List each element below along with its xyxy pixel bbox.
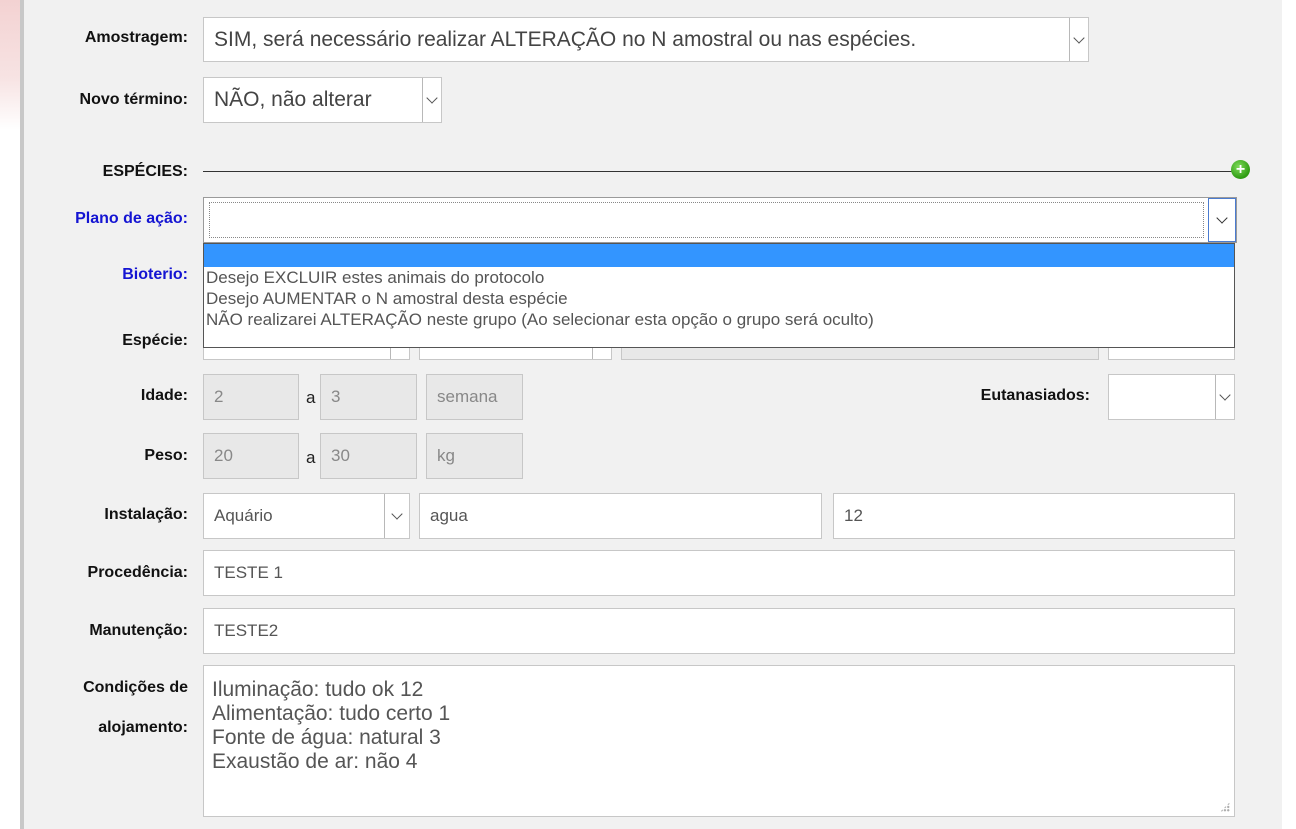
idade-separator: a [306,388,316,407]
procedencia-field[interactable]: TESTE 1 [203,550,1235,596]
condicoes-textarea[interactable]: Iluminação: tudo ok 12 Alimentação: tudo… [203,665,1235,817]
focus-ring [209,202,1204,238]
condicoes-label-line1: Condições de [83,679,188,696]
chevron-down-icon[interactable] [422,78,441,122]
chevron-down-icon[interactable] [1069,18,1088,61]
novo-termino-value: NÃO, não alterar [214,88,372,111]
chevron-down-icon[interactable] [1215,375,1234,419]
chevron-down-icon[interactable] [384,494,409,538]
procedencia-label: Procedência: [87,564,188,581]
background-accent-left [0,0,20,130]
idade-from-field[interactable]: 2 [203,374,299,420]
idade-label: Idade: [140,387,188,404]
plano-de-acao-label: Plano de ação: [75,210,188,227]
bioterio-label: Bioterio: [122,266,188,283]
amostragem-label: Amostragem: [84,29,188,46]
condicoes-line: Alimentação: tudo certo 1 [212,702,451,725]
amostragem-select[interactable]: SIM, será necessário realizar ALTERAÇÃO … [203,17,1089,62]
eutanasiados-select[interactable] [1108,374,1235,420]
instalacao-type-select[interactable]: Aquário [203,493,410,539]
especie-label: Espécie: [122,332,188,349]
dropdown-option-empty[interactable] [204,244,1234,267]
section-divider [203,171,1234,172]
novo-termino-select[interactable]: NÃO, não alterar [203,77,442,123]
peso-to-field[interactable]: 30 [320,433,417,479]
manutencao-label: Manutenção: [89,622,188,639]
dropdown-option-nao-alterar[interactable]: NÃO realizarei ALTERAÇÃO neste grupo (Ao… [204,309,1234,330]
instalacao-qty-field[interactable]: 12 [833,493,1235,539]
condicoes-line: Exaustão de ar: não 4 [212,750,418,773]
instalacao-type-value: Aquário [214,506,273,525]
plus-circle-icon[interactable]: + [1231,160,1250,179]
peso-from-field[interactable]: 20 [203,433,299,479]
novo-termino-label: Novo término: [79,91,188,108]
idade-to-field[interactable]: 3 [320,374,417,420]
dropdown-option-excluir[interactable]: Desejo EXCLUIR estes animais do protocol… [204,267,1234,288]
amostragem-value: SIM, será necessário realizar ALTERAÇÃO … [214,27,917,51]
peso-separator: a [306,448,316,467]
dropdown-option-aumentar[interactable]: Desejo AUMENTAR o N amostral desta espéc… [204,288,1234,309]
eutanasiados-label: Eutanasiados: [980,387,1090,404]
plano-de-acao-dropdown[interactable]: Desejo EXCLUIR estes animais do protocol… [203,243,1235,348]
especies-section-label: ESPÉCIES: [102,163,188,180]
plano-de-acao-select[interactable] [203,197,1237,243]
instalacao-desc-field[interactable]: agua [419,493,822,539]
chevron-down-icon[interactable] [1208,198,1236,242]
peso-unit-field[interactable]: kg [426,433,523,479]
idade-unit-field[interactable]: semana [426,374,523,420]
instalacao-label: Instalação: [104,506,188,523]
condicoes-line: Iluminação: tudo ok 12 [212,678,424,701]
condicoes-line: Fonte de água: natural 3 [212,726,441,749]
condicoes-label-line2: alojamento: [98,719,188,736]
peso-label: Peso: [144,447,188,464]
manutencao-field[interactable]: TESTE2 [203,608,1235,654]
resize-grip-icon[interactable] [1220,802,1230,812]
